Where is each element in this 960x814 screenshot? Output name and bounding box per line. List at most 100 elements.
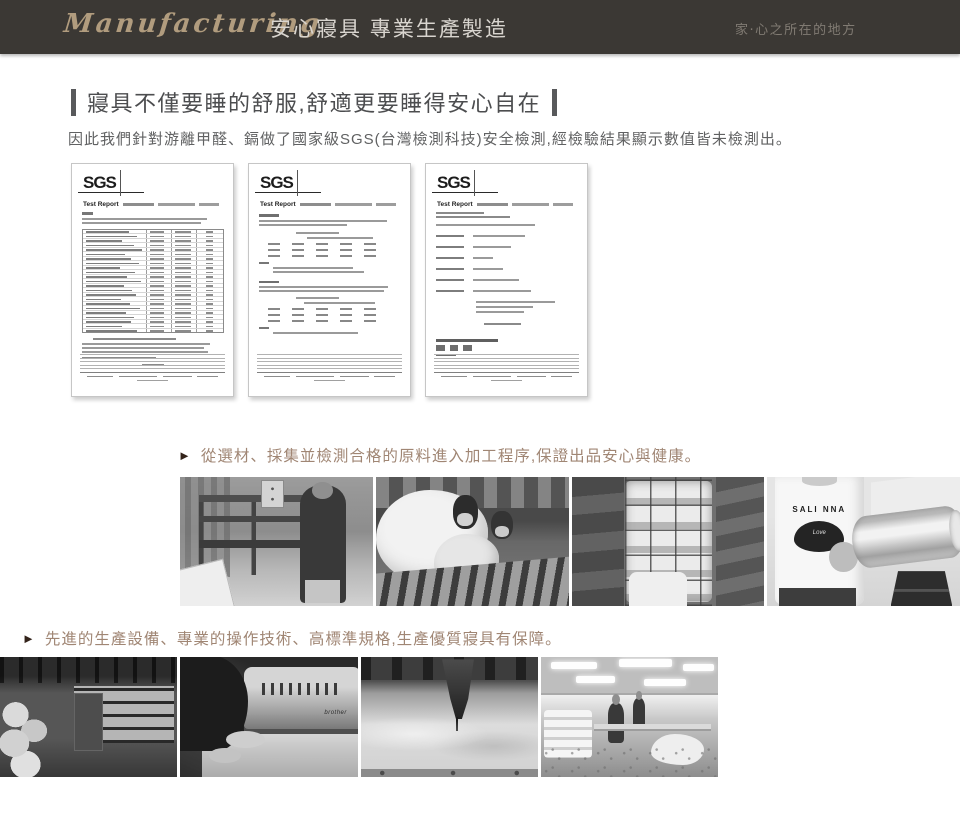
placeholder-line [206, 303, 213, 305]
carton-box [74, 693, 102, 751]
fluorescent-light [551, 662, 597, 669]
placeholder-line [296, 232, 339, 234]
placeholder-line [175, 326, 190, 328]
sgs-logo-tick [474, 170, 475, 196]
placeholder-line [259, 262, 269, 264]
placeholder-line [473, 279, 519, 281]
placeholder-line [273, 271, 364, 273]
placeholder-line [257, 365, 402, 366]
placeholder-line [80, 365, 225, 366]
placeholder-line [484, 323, 521, 325]
placeholder-line [376, 203, 396, 206]
placeholder-line [436, 268, 464, 270]
placeholder-line [450, 345, 459, 351]
placeholder-line [340, 314, 352, 316]
placeholder-line [86, 245, 134, 247]
photo-press-machine [180, 477, 373, 606]
sgs-logo-tick [297, 170, 298, 196]
placeholder-line [307, 237, 372, 239]
sgs-logo-rule [255, 192, 321, 193]
placeholder-line [93, 338, 175, 340]
placeholder-line [473, 235, 525, 237]
dark-sacks [572, 477, 624, 606]
placeholder-line [316, 249, 328, 251]
placeholder-line [150, 294, 164, 296]
placeholder-line [292, 308, 304, 310]
placeholder-line [259, 281, 279, 284]
placeholder-line [175, 308, 190, 310]
placeholder-line [264, 376, 290, 378]
placeholder-line [436, 279, 464, 281]
placeholder-line [175, 267, 190, 269]
placeholder-line [80, 372, 225, 373]
placeholder-line [257, 372, 402, 373]
label-value-row [436, 279, 578, 281]
placeholder-line [175, 249, 190, 251]
placeholder-line [436, 216, 510, 218]
placeholder-line [175, 276, 190, 278]
fluorescent-light [683, 664, 715, 671]
placeholder-line [551, 376, 571, 378]
placeholder-line [150, 245, 164, 247]
placeholder-line [364, 255, 376, 257]
placeholder-line [206, 294, 213, 296]
placeholder-line [175, 303, 190, 305]
placeholder-line [259, 214, 279, 217]
placeholder-line [82, 343, 210, 345]
placeholder-line [364, 243, 376, 245]
placeholder-line [206, 281, 213, 283]
placeholder-line [206, 312, 213, 314]
fluorescent-light [619, 659, 672, 666]
placeholder-line [259, 220, 387, 222]
sgs-logo-rule [432, 192, 498, 193]
arrow-right-icon: ► [22, 632, 35, 645]
sgs-logo: SGS [260, 173, 293, 193]
placeholder-line [314, 380, 346, 381]
placeholder-line [436, 257, 464, 259]
placeholder-line [259, 286, 388, 288]
placeholder-line [150, 272, 164, 274]
placeholder-line [150, 263, 164, 265]
mini-table-row [268, 243, 401, 245]
placeholder-line [175, 317, 190, 319]
placeholder-line [150, 285, 164, 287]
placeholder-line [86, 317, 134, 319]
placeholder-line [86, 294, 136, 296]
placeholder-line [86, 308, 140, 310]
placeholder-line [512, 203, 549, 206]
worker-with-mask [453, 495, 478, 529]
fluorescent-light [644, 679, 687, 686]
placeholder-line [80, 358, 225, 359]
placeholder-line [86, 303, 130, 305]
placeholder-line [473, 376, 511, 378]
sgs-certificate-method-sections: SGS Test Report [248, 163, 411, 397]
placeholder-line [257, 354, 402, 355]
placeholder-line [434, 358, 579, 359]
worker-silhouette [608, 703, 624, 744]
process-step-1-text: 從選材、採集並檢測合格的原料進入加工程序,保證出品安心與健康。 [201, 444, 701, 466]
placeholder-line [473, 290, 531, 292]
photo-strip-production: brother [0, 657, 718, 777]
photo-factory-floor [541, 657, 718, 777]
placeholder-line [340, 376, 369, 378]
placeholder-line [292, 243, 304, 245]
sgs-logo-tick [120, 170, 121, 196]
placeholder-line [259, 327, 269, 329]
placeholder-line [82, 218, 207, 220]
placeholder-line [206, 317, 213, 319]
placeholder-line [273, 267, 353, 269]
placeholder-line [364, 308, 376, 310]
placeholder-line [206, 267, 213, 269]
placeholder-line [175, 290, 190, 292]
placeholder-line [175, 258, 190, 260]
photo-pillow-stacks [572, 477, 765, 606]
placeholder-line [434, 368, 579, 369]
placeholder-line [86, 321, 131, 323]
mini-table-row [268, 249, 401, 251]
header-tagline: 家‧心之所在的地方 [735, 19, 857, 38]
placeholder-line [150, 276, 164, 278]
placeholder-line [364, 320, 376, 322]
placeholder-line [259, 290, 384, 292]
test-report-label: Test Report [437, 201, 473, 208]
sgs-certificate-results-table: SGS Test Report [71, 163, 234, 397]
